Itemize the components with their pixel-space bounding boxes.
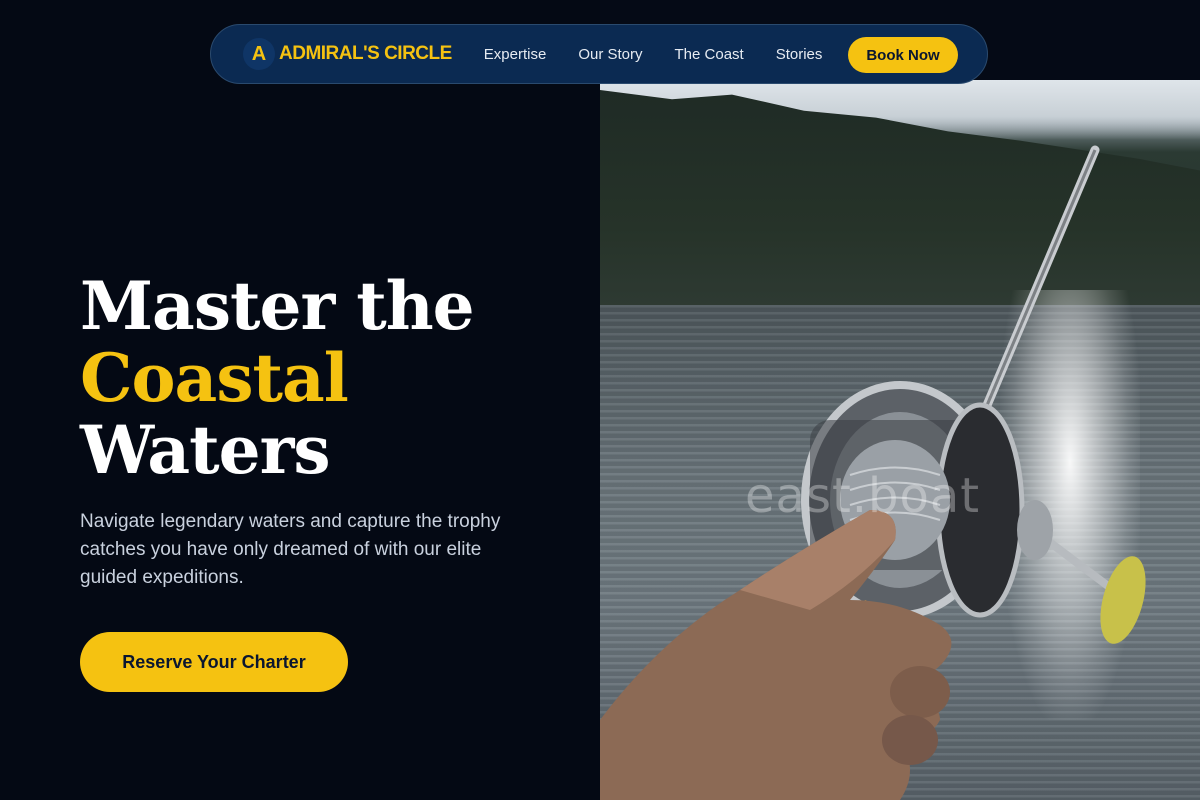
top-nav-bar: A ADMIRAL'S CIRCLE Expertise Our Story T…	[210, 24, 988, 84]
brand-mark-icon: A	[243, 38, 275, 70]
nav-link-our-story[interactable]: Our Story	[562, 46, 658, 63]
nav-link-the-coast[interactable]: The Coast	[659, 46, 760, 63]
brand-name: ADMIRAL'S CIRCLE	[279, 43, 452, 64]
hero-title-line-2-accent: Coastal	[80, 339, 349, 417]
photo-watermark: east.boat	[745, 468, 981, 524]
hero-title-line-1: Master the	[80, 267, 475, 345]
hero-title-line-3: Waters	[80, 411, 331, 489]
photo-reel-and-hand	[600, 145, 1146, 800]
nav-link-expertise[interactable]: Expertise	[468, 46, 563, 63]
reserve-charter-button[interactable]: Reserve Your Charter	[80, 632, 348, 692]
hero-photo-fishing-reel: east.boat	[600, 80, 1200, 800]
brand-logo[interactable]: A ADMIRAL'S CIRCLE	[243, 38, 452, 70]
nav-link-stories[interactable]: Stories	[760, 46, 839, 63]
nav-links: Expertise Our Story The Coast Stories	[468, 46, 839, 63]
book-now-button[interactable]: Book Now	[848, 37, 958, 73]
hero-title: Master the Coastal Waters	[80, 267, 475, 489]
hero-subtitle: Navigate legendary waters and capture th…	[80, 511, 501, 588]
